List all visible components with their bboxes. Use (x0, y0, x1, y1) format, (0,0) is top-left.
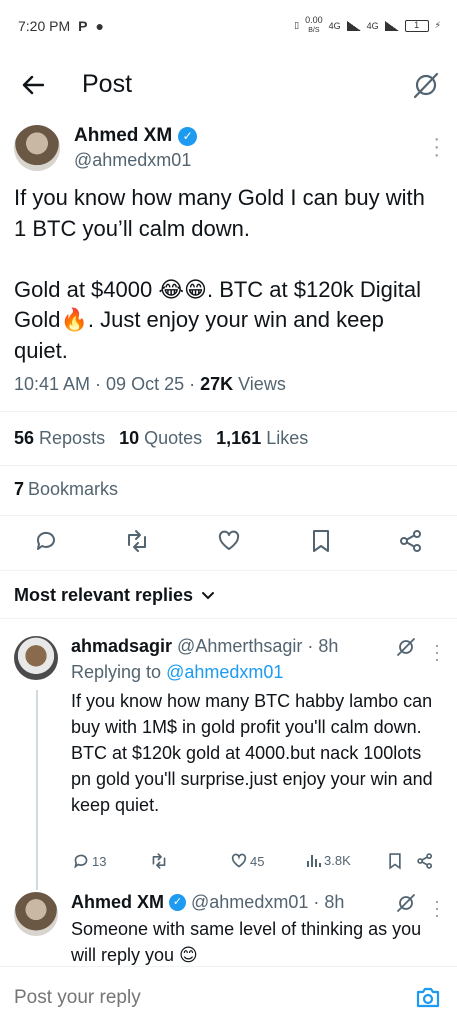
reply-bookmark-button[interactable] (386, 852, 404, 870)
divider (0, 411, 457, 412)
thread-connector (36, 690, 38, 890)
reply-like-button[interactable]: 45 (230, 852, 264, 870)
chevron-down-icon (202, 591, 215, 599)
views-label: Views (233, 374, 286, 394)
reply-author-handle[interactable]: @ahmedxm01 (191, 892, 308, 913)
likes-stat[interactable]: 1,161 Likes (216, 428, 308, 449)
bookmarks-stat[interactable]: 7 Bookmarks (14, 479, 118, 500)
back-button[interactable] (18, 70, 48, 100)
reply-views-button[interactable]: 3.8K (306, 852, 351, 868)
reply-header: ahmadsagir @Ahmerthsagir · 8h (71, 636, 338, 657)
p-notification-icon: P (78, 18, 88, 34)
more-vertical-icon: · · · (433, 128, 440, 166)
replying-to-handle[interactable]: @ahmedxm01 (166, 662, 283, 682)
post-timestamp: 10:41 AM · 09 Oct 25 · (14, 374, 201, 394)
reply-likes-count: 45 (250, 853, 265, 869)
share-button[interactable] (398, 528, 424, 554)
post-author: Ahmed XM ✓ @ahmedxm01 · · · (14, 125, 444, 177)
post-text: If you know how many Gold I can buy with… (14, 185, 425, 363)
replies-sort-label: Most relevant replies (14, 585, 194, 605)
reply-author-handle[interactable]: @Ahmerthsagir (177, 636, 302, 657)
camera-icon (416, 987, 440, 1008)
charging-icon: ⚡ (434, 20, 441, 30)
heart-icon (218, 530, 240, 550)
network-type-2: 4G (366, 20, 379, 31)
heart-icon (231, 853, 247, 868)
reply-reply-button[interactable]: 13 (72, 852, 106, 870)
views-count: 27K (200, 374, 234, 394)
grok-button[interactable] (411, 70, 441, 100)
reply-repost-button[interactable] (150, 852, 168, 870)
reply-author-name[interactable]: ahmadsagir (71, 636, 172, 657)
reply-text: Someone with same level of thinking as y… (71, 919, 427, 965)
reply-views-count: 3.8K (324, 852, 351, 868)
like-button[interactable] (216, 528, 242, 554)
reply-avatar[interactable] (14, 636, 58, 680)
network-type-1: 4G (328, 20, 341, 31)
arrow-left-icon (22, 75, 44, 95)
reply-compose-bar (0, 966, 457, 1024)
share-icon (417, 853, 433, 869)
reply-icon (36, 531, 55, 550)
divider (0, 618, 457, 619)
post-meta: 10:41 AM · 09 Oct 25 · 27K Views (14, 374, 286, 395)
battery-icon: 1 (404, 19, 429, 32)
reply-time: · 8h (313, 892, 345, 912)
reply-input[interactable] (14, 987, 374, 1009)
repost-icon (152, 853, 166, 869)
repost-icon (128, 530, 146, 552)
net-speed: 0.00 B/S (305, 15, 323, 35)
post-stats: 56 Reposts 10 Quotes 1,161 Likes (14, 428, 308, 449)
bookmark-icon (389, 853, 401, 870)
reply-item[interactable]: ahmadsagir @Ahmerthsagir · 8h · · · Replyi… (14, 636, 444, 876)
share-icon (400, 530, 421, 552)
verified-badge-icon: ✓ (178, 126, 198, 146)
author-name-row[interactable]: Ahmed XM ✓ (74, 125, 198, 147)
replies-sort-dropdown[interactable]: Most relevant replies (14, 585, 215, 606)
divider (0, 570, 457, 571)
reply-icon (74, 854, 88, 869)
author-name: Ahmed XM (74, 125, 173, 146)
camera-button[interactable] (415, 985, 441, 1009)
page-title: Post (82, 70, 133, 98)
verified-badge-icon: ✓ (169, 894, 187, 911)
reply-action-bar: 13 45 3.8K (72, 852, 444, 872)
more-vertical-icon[interactable]: · · · (434, 636, 440, 668)
reply-replies-count: 13 (92, 853, 107, 869)
post-action-bar (0, 528, 457, 558)
divider (0, 465, 457, 466)
author-handle[interactable]: @ahmedxm01 (74, 150, 191, 171)
reply-avatar[interactable] (14, 892, 58, 936)
reply-button[interactable] (33, 528, 59, 554)
signal-icon (346, 20, 361, 31)
status-bar: 7:20 PM P ● ▯ 0.00 B/S 4G 4G 1 ⚡ (0, 0, 457, 52)
quotes-stat[interactable]: 10 Quotes (119, 428, 202, 449)
signal-icon-2 (384, 20, 399, 31)
reply-time: · 8h (307, 636, 339, 656)
bookmark-button[interactable] (308, 528, 334, 554)
bookmark-icon (313, 530, 329, 552)
grok-icon (413, 72, 439, 99)
reply-header: Ahmed XM ✓ @ahmedxm01 · 8h (71, 892, 344, 913)
top-app-bar: Post (0, 60, 457, 110)
views-chart-icon (307, 855, 321, 867)
more-options-button[interactable]: · · · (433, 129, 440, 165)
divider (0, 515, 457, 516)
reply-text: If you know how many BTC habby lambo can… (71, 691, 433, 815)
grok-icon[interactable] (396, 637, 416, 657)
reply-share-button[interactable] (416, 852, 434, 870)
vibrate-icon: ▯ (294, 20, 300, 30)
replying-to: Replying to @ahmedxm01 (71, 662, 284, 682)
chat-notification-icon: ● (95, 18, 104, 34)
reply-author-name[interactable]: Ahmed XM (71, 892, 164, 913)
author-avatar[interactable] (14, 125, 60, 171)
reposts-stat[interactable]: 56 Reposts (14, 428, 105, 449)
repost-button[interactable] (124, 528, 150, 554)
grok-icon[interactable] (396, 893, 416, 913)
reply-item[interactable]: Ahmed XM ✓ @ahmedxm01 · 8h · · · Someone w… (14, 892, 444, 968)
status-time: 7:20 PM (18, 18, 71, 34)
